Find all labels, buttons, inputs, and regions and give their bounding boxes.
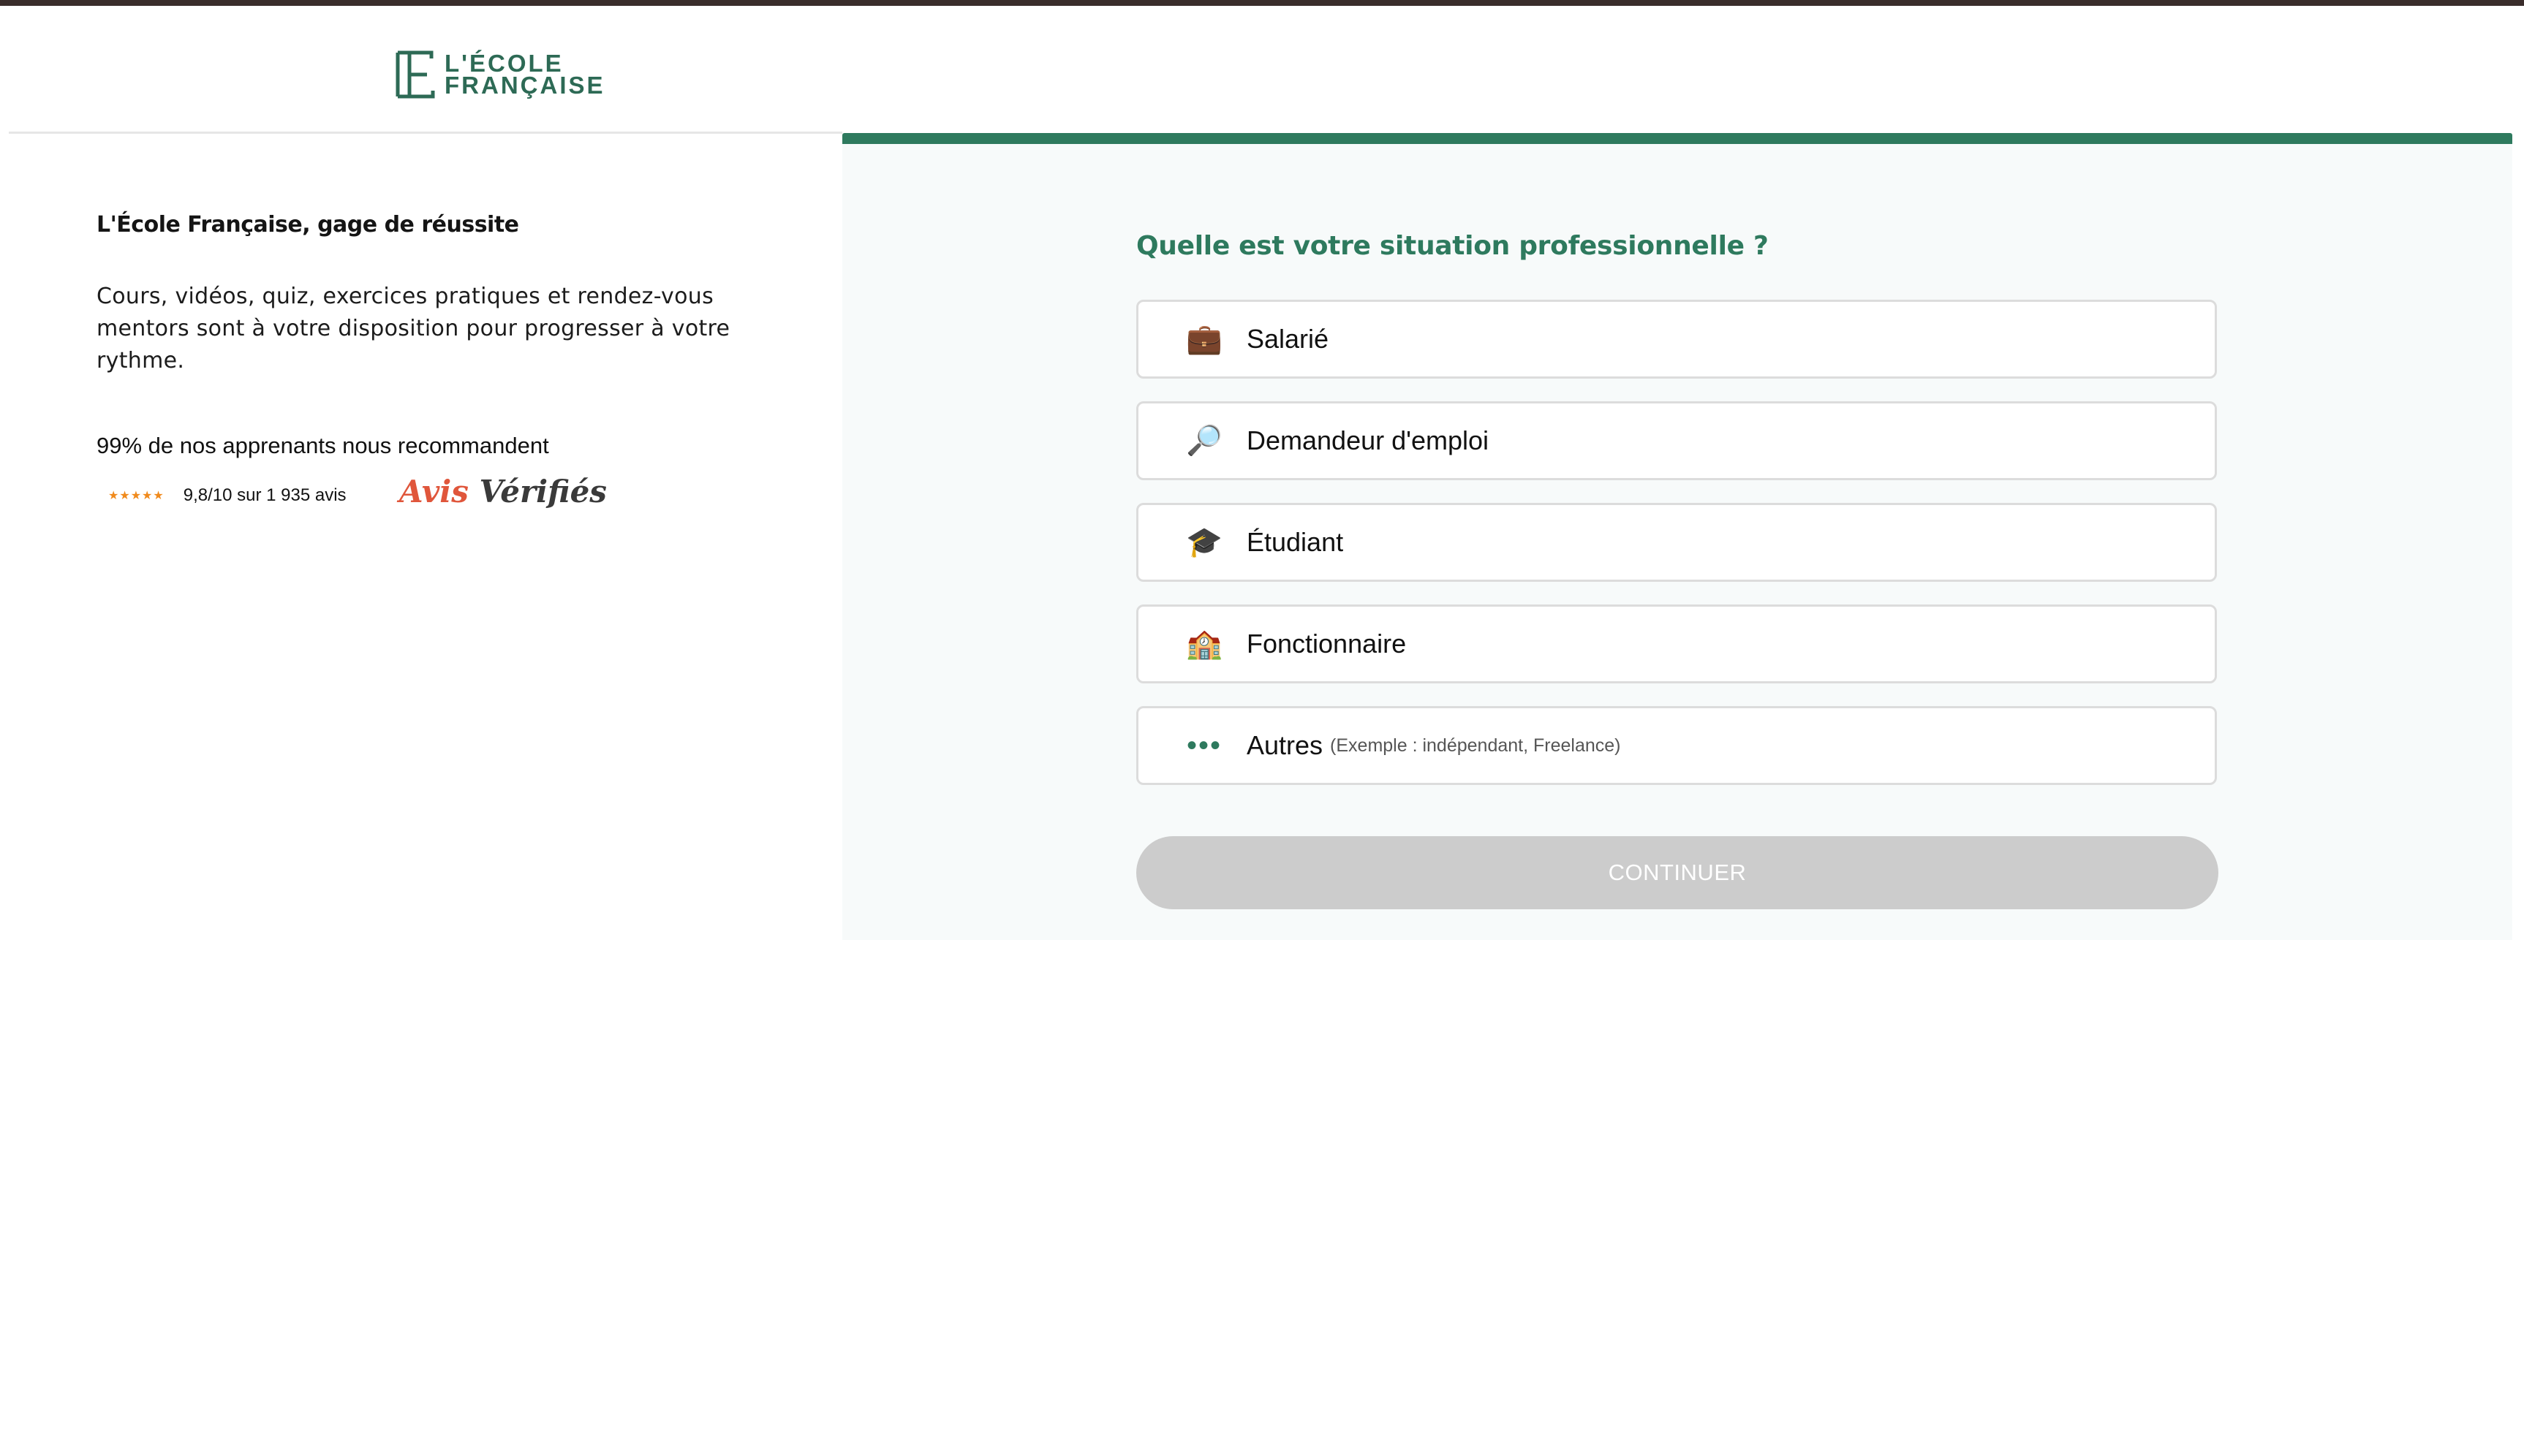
logo-text-line2: FRANÇAISE	[445, 72, 605, 99]
option-label: Autres	[1247, 730, 1323, 760]
avis-logo-part1: Avis	[399, 474, 469, 509]
question-title: Quelle est votre situation professionnel…	[1136, 231, 1769, 261]
option-label: Fonctionnaire	[1247, 629, 1407, 659]
rating-row: ★★★★★ 9,8/10 sur 1 935 avis Avis Vérifié…	[108, 474, 607, 509]
progress-bar	[842, 133, 2512, 144]
option-fonctionnaire[interactable]: 🏫 Fonctionnaire	[1136, 604, 2217, 683]
question-panel: Quelle est votre situation professionnel…	[842, 133, 2512, 940]
site-logo[interactable]: L'ÉCOLE FRANÇAISE	[393, 50, 605, 99]
option-label: Demandeur d'emploi	[1247, 425, 1489, 455]
rating-text: 9,8/10 sur 1 935 avis	[183, 485, 347, 505]
rating-stars-icon: ★★★★★	[108, 490, 165, 502]
info-description: Cours, vidéos, quiz, exercices pratiques…	[97, 284, 730, 374]
option-autres[interactable]: ••• Autres (Exemple : indépendant, Freel…	[1136, 706, 2217, 785]
avis-logo-part2: Vérifiés	[479, 474, 607, 509]
dots-icon: •••	[1186, 729, 1222, 762]
recommend-text: 99% de nos apprenants nous recommandent	[97, 433, 549, 458]
left-info-column: L'École Française, gage de réussite Cour…	[97, 212, 769, 509]
ecole-francaise-logo-icon	[393, 50, 437, 99]
graduation-cap-icon: 🎓	[1186, 526, 1223, 558]
building-icon: 🏫	[1186, 628, 1223, 660]
briefcase-icon: 💼	[1186, 323, 1223, 355]
header-divider	[9, 132, 842, 134]
option-hint: (Exemple : indépendant, Freelance)	[1330, 735, 1621, 756]
option-label: Salarié	[1247, 324, 1329, 354]
site-header	[0, 6, 2524, 133]
top-strip	[0, 0, 2524, 6]
continue-button[interactable]: CONTINUER	[1136, 836, 2218, 909]
option-etudiant[interactable]: 🎓 Étudiant	[1136, 503, 2217, 582]
avis-verifies-logo: Avis Vérifiés	[399, 474, 607, 509]
info-title: L'École Française, gage de réussite	[97, 212, 519, 238]
option-salarie[interactable]: 💼 Salarié	[1136, 300, 2217, 379]
option-label: Étudiant	[1247, 527, 1344, 557]
option-demandeur-emploi[interactable]: 🔎 Demandeur d'emploi	[1136, 401, 2217, 480]
magnifying-glass-icon: 🔎	[1186, 425, 1223, 457]
